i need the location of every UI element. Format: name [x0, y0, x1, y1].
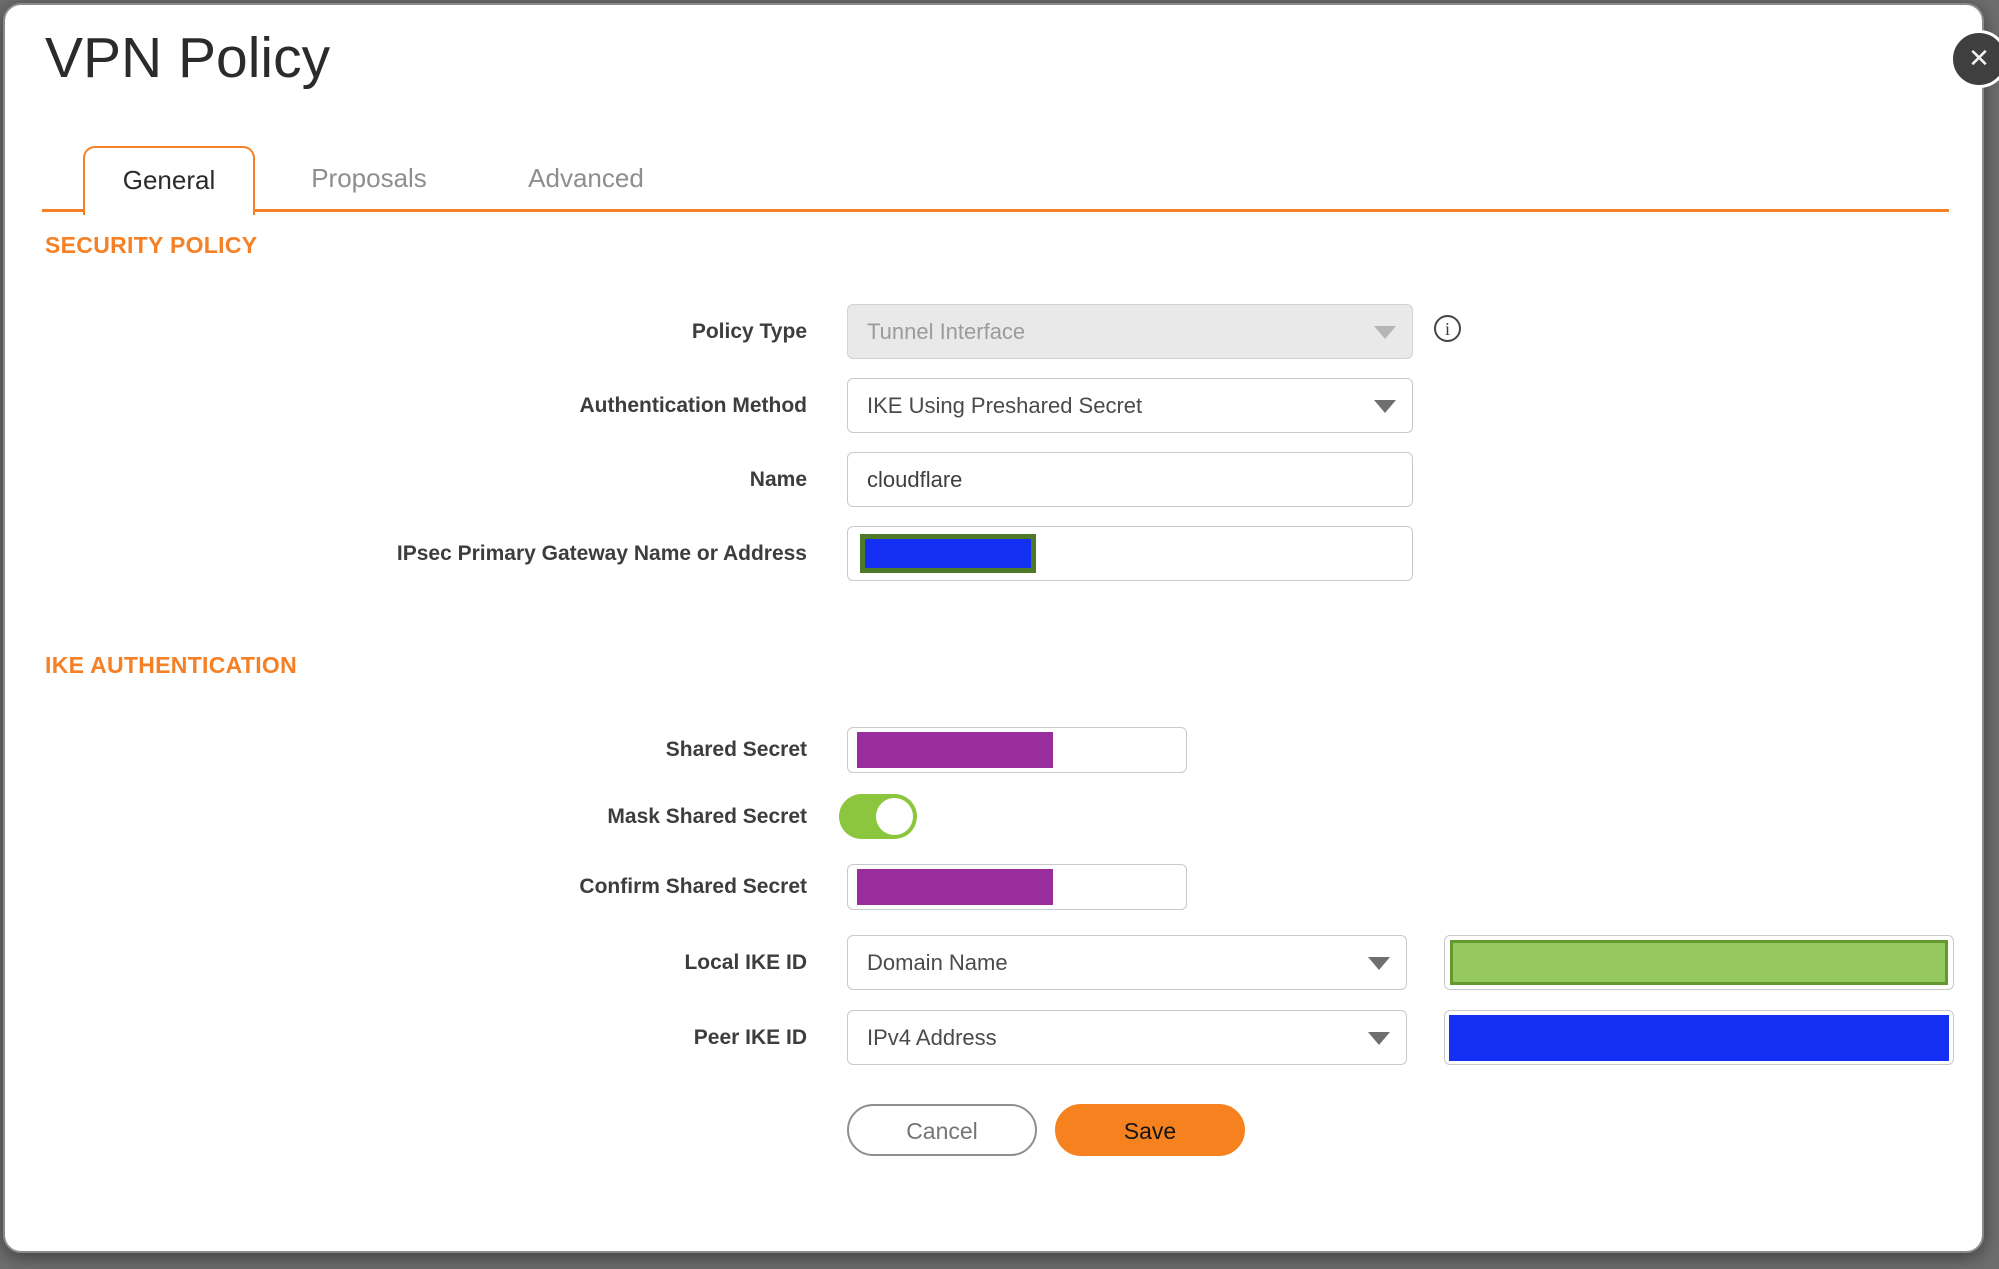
info-icon[interactable]: i: [1434, 315, 1461, 342]
gateway-row: IPsec Primary Gateway Name or Address: [5, 526, 1986, 581]
toggle-knob: [876, 798, 913, 835]
redacted-local-ike-id-value: [1450, 940, 1948, 985]
chevron-down-icon: [1374, 400, 1396, 413]
auth-method-row: Authentication Method IKE Using Preshare…: [5, 378, 1986, 433]
mask-shared-secret-toggle[interactable]: [839, 794, 917, 839]
local-ike-id-row: Local IKE ID Domain Name: [5, 935, 1986, 990]
gateway-label: IPsec Primary Gateway Name or Address: [396, 542, 807, 565]
auth-method-label: Authentication Method: [579, 394, 807, 417]
cancel-button[interactable]: Cancel: [847, 1104, 1037, 1156]
redacted-confirm-shared-secret-value: [857, 869, 1053, 905]
peer-ike-id-label: Peer IKE ID: [693, 1026, 807, 1049]
action-buttons-row: Cancel Save: [5, 1104, 1986, 1156]
tab-general[interactable]: General: [83, 146, 255, 215]
shared-secret-label: Shared Secret: [665, 738, 807, 761]
ike-authentication-heading: IKE AUTHENTICATION: [45, 652, 297, 678]
peer-ike-id-dropdown[interactable]: IPv4 Address: [847, 1010, 1407, 1065]
local-ike-id-type: Domain Name: [867, 950, 1008, 975]
confirm-shared-secret-label: Confirm Shared Secret: [579, 875, 807, 898]
redacted-peer-ike-id-value: [1449, 1015, 1949, 1061]
chevron-down-icon: [1374, 326, 1396, 339]
confirm-shared-secret-input[interactable]: [847, 864, 1187, 910]
shared-secret-row: Shared Secret: [5, 727, 1986, 773]
policy-type-label: Policy Type: [691, 320, 807, 343]
page-title: VPN Policy: [45, 26, 331, 90]
tab-advanced[interactable]: Advanced: [500, 146, 672, 212]
name-input[interactable]: [847, 452, 1413, 507]
local-ike-id-value-input[interactable]: [1444, 935, 1954, 990]
mask-shared-secret-label: Mask Shared Secret: [607, 805, 807, 828]
auth-method-value: IKE Using Preshared Secret: [867, 393, 1143, 418]
vpn-policy-dialog: VPN Policy General Proposals Advanced SE…: [3, 3, 1984, 1253]
confirm-shared-secret-row: Confirm Shared Secret: [5, 864, 1986, 910]
peer-ike-id-type: IPv4 Address: [867, 1025, 997, 1050]
peer-ike-id-row: Peer IKE ID IPv4 Address: [5, 1010, 1986, 1065]
policy-type-value: Tunnel Interface: [867, 319, 1026, 344]
name-label: Name: [749, 468, 807, 491]
policy-type-dropdown: Tunnel Interface: [847, 304, 1413, 359]
shared-secret-input[interactable]: [847, 727, 1187, 773]
local-ike-id-dropdown[interactable]: Domain Name: [847, 935, 1407, 990]
close-icon[interactable]: ✕: [1950, 30, 1999, 88]
chevron-down-icon: [1368, 957, 1390, 970]
peer-ike-id-value-input[interactable]: [1444, 1010, 1954, 1065]
gateway-input[interactable]: [847, 526, 1413, 581]
auth-method-dropdown[interactable]: IKE Using Preshared Secret: [847, 378, 1413, 433]
mask-shared-secret-row: Mask Shared Secret: [5, 794, 1986, 839]
chevron-down-icon: [1368, 1032, 1390, 1045]
local-ike-id-label: Local IKE ID: [684, 951, 807, 974]
tab-proposals[interactable]: Proposals: [283, 146, 455, 212]
security-policy-heading: SECURITY POLICY: [45, 232, 258, 258]
redacted-gateway-value: [860, 534, 1036, 573]
name-row: Name: [5, 452, 1986, 507]
policy-type-row: Policy Type Tunnel Interface: [5, 304, 1986, 359]
save-button[interactable]: Save: [1055, 1104, 1245, 1156]
redacted-shared-secret-value: [857, 732, 1053, 768]
